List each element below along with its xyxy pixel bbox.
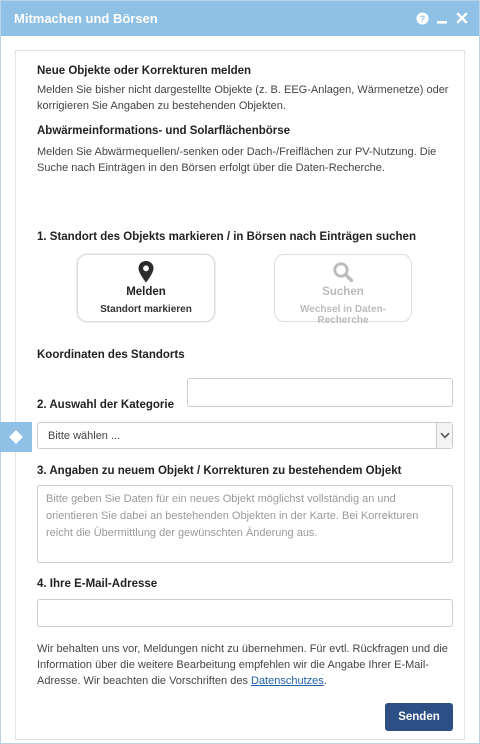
question-circle-icon[interactable]: ? (415, 11, 429, 25)
window-title: Mitmachen und Börsen (14, 11, 158, 26)
search-button-subtitle: Wechsel in Daten-Recherche (300, 304, 386, 326)
coordinates-field[interactable] (187, 378, 453, 407)
form-panel[interactable]: Neue Objekte oder Korrekturen melden Mel… (15, 50, 465, 740)
object-details-textarea[interactable]: Bitte geben Sie Daten für ein neues Obje… (37, 485, 453, 563)
step2-heading: 2. Auswahl der Kategorie (37, 399, 174, 411)
category-select-value: Bitte wählen ... (48, 430, 121, 442)
magnifier-icon (275, 261, 411, 283)
privacy-note: Wir behalten uns vor, Meldungen nicht zu… (37, 641, 453, 689)
intro-heading-report: Neue Objekte oder Korrekturen melden (37, 65, 252, 77)
step1-heading: 1. Standort des Objekts markieren / in B… (37, 231, 416, 243)
category-select[interactable]: Bitte wählen ... (37, 422, 453, 449)
email-field[interactable] (37, 599, 453, 627)
dialog-content: Neue Objekte oder Korrekturen melden Mel… (1, 36, 479, 743)
close-icon[interactable] (455, 11, 469, 25)
side-panel-toggle[interactable] (0, 422, 32, 452)
step3-heading: 3. Angaben zu neuem Objekt / Korrekturen… (37, 465, 402, 477)
chevron-down-icon[interactable] (436, 423, 452, 448)
intro-text-report: Melden Sie bisher nicht dargestellte Obj… (37, 84, 449, 112)
report-button-title: Melden (126, 286, 166, 298)
minimize-icon[interactable] (435, 11, 449, 25)
report-location-button[interactable]: Melden Standort markieren (77, 254, 215, 322)
window-controls: ? (415, 11, 469, 25)
map-marker-icon (78, 261, 214, 283)
privacy-note-end: . (323, 675, 327, 687)
dialog-window: Mitmachen und Börsen ? Neue Objekte oder… (0, 0, 480, 744)
intro-heading-exchange: Abwärmeinformations- und Solarflächenbör… (37, 125, 291, 137)
privacy-note-text: Wir behalten uns vor, Meldungen nicht zu… (37, 643, 448, 687)
coordinates-label: Koordinaten des Standorts (37, 349, 185, 361)
svg-text:?: ? (419, 13, 425, 23)
search-exchange-button[interactable]: Suchen Wechsel in Daten-Recherche (274, 254, 412, 326)
search-button-title: Suchen (322, 286, 364, 298)
diamond-icon (9, 430, 23, 444)
title-bar[interactable]: Mitmachen und Börsen ? (1, 1, 479, 36)
send-button[interactable]: Senden (385, 703, 453, 731)
report-button-subtitle: Standort markieren (100, 304, 192, 315)
intro-text-exchange: Melden Sie Abwärmequellen/-senken oder D… (37, 146, 437, 174)
privacy-link[interactable]: Datenschutzes (251, 675, 324, 687)
step4-heading: 4. Ihre E-Mail-Adresse (37, 578, 158, 590)
